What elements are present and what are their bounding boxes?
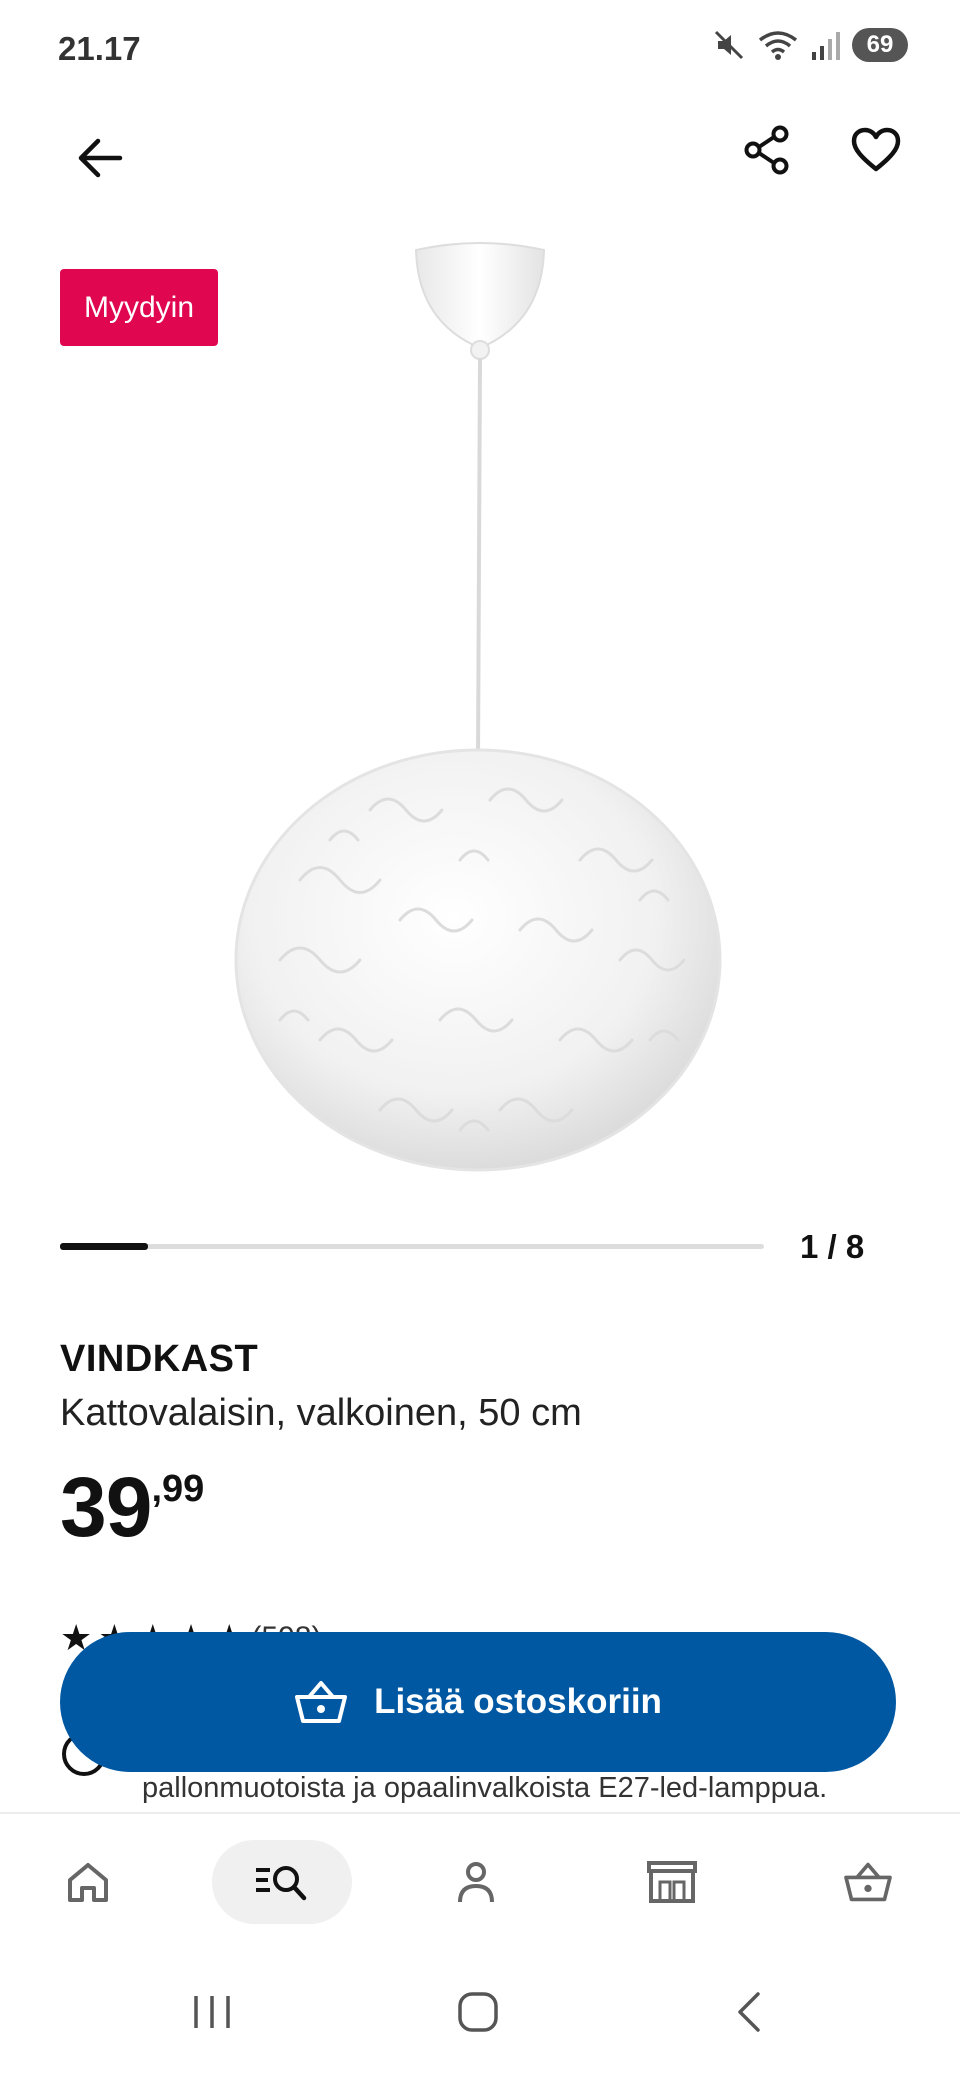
- back-button[interactable]: [60, 118, 140, 198]
- recent-apps-icon: [194, 1996, 230, 2028]
- signal-icon: [810, 28, 842, 62]
- price-decimal: ,99: [151, 1468, 205, 1510]
- nav-profile[interactable]: [436, 1840, 516, 1924]
- gallery-progress-fill: [60, 1243, 148, 1250]
- store-icon: [647, 1861, 697, 1903]
- home-button[interactable]: [448, 1982, 508, 2042]
- product-description: Kattovalaisin, valkoinen, 50 cm: [60, 1392, 582, 1434]
- back-icon: [738, 1992, 760, 2032]
- info-text: pallonmuotoista ja opaalinvalkoista E27-…: [142, 1772, 828, 1804]
- price-integer: 39: [60, 1460, 152, 1554]
- system-nav: [0, 1960, 960, 2060]
- home-button-icon: [458, 1992, 498, 2032]
- search-icon: [256, 1866, 307, 1901]
- bottom-nav: [0, 1840, 960, 1926]
- battery-icon: 69: [852, 28, 908, 62]
- wifi-icon: [756, 28, 800, 62]
- share-icon: [744, 125, 789, 175]
- cart-icon: [844, 1862, 892, 1902]
- gallery-counter: 1 / 8: [800, 1228, 865, 1265]
- add-to-cart-button[interactable]: Lisää ostoskoriin: [60, 1632, 896, 1772]
- product-price: 39 ,99: [60, 1462, 204, 1552]
- status-time: 21.17: [58, 30, 141, 67]
- system-back-button[interactable]: [718, 1982, 778, 2042]
- nav-divider: [0, 1812, 960, 1814]
- product-name: VINDKAST: [60, 1338, 259, 1380]
- nav-search[interactable]: [212, 1840, 352, 1924]
- add-to-cart-label: Lisää ostoskoriin: [374, 1682, 662, 1721]
- gallery-progress-bar: [60, 1243, 764, 1250]
- status-bar: 21.17 69: [0, 0, 960, 100]
- recent-apps-button[interactable]: [182, 1982, 242, 2042]
- back-arrow-icon: [78, 138, 123, 178]
- share-button[interactable]: [727, 110, 807, 190]
- favorite-button[interactable]: [836, 110, 916, 190]
- nav-home[interactable]: [48, 1840, 128, 1924]
- status-icons: 69: [712, 28, 908, 62]
- bestseller-badge: Myydyin: [60, 269, 218, 346]
- cart-icon: [295, 1681, 348, 1723]
- home-icon: [68, 1863, 108, 1902]
- heart-icon: [851, 127, 901, 172]
- profile-icon: [458, 1862, 494, 1903]
- product-image[interactable]: [220, 240, 740, 1180]
- nav-store[interactable]: [632, 1840, 712, 1924]
- mute-icon: [712, 28, 746, 62]
- nav-cart[interactable]: [828, 1840, 908, 1924]
